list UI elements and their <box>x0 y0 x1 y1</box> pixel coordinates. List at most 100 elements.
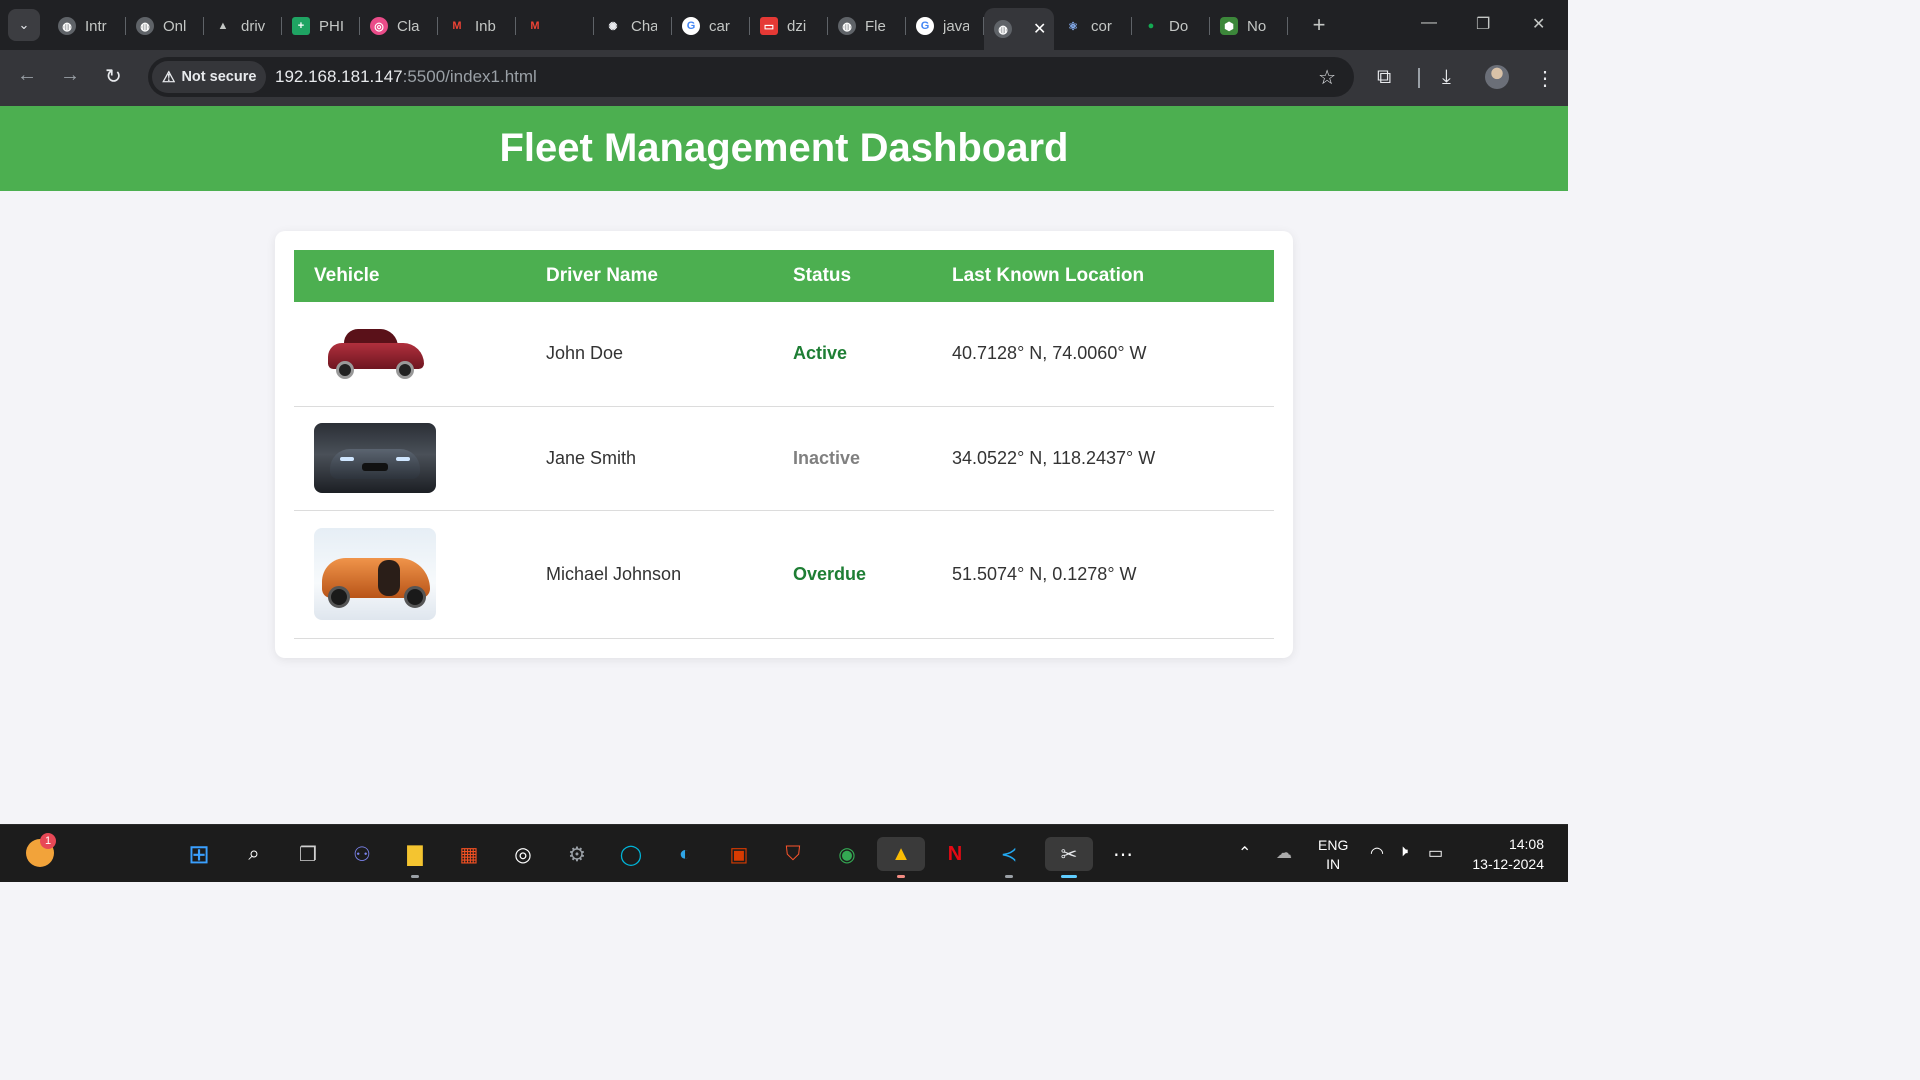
page-header: Fleet Management Dashboard <box>0 106 1568 191</box>
url-text[interactable]: 192.168.181.147:5500/index1.html <box>275 67 537 87</box>
close-tab-icon[interactable]: ✕ <box>1033 19 1046 39</box>
orange-hypercar-image <box>314 528 436 620</box>
table-row: Michael Johnson Overdue 51.5074° N, 0.12… <box>294 510 1274 639</box>
driver-name: Michael Johnson <box>526 510 773 639</box>
tab-strip: ⌄ ◍ Intr ◍ Onl ▲ driv + PHI ◎ Cla M Inb M ✺ Cha… <box>0 0 1568 50</box>
security-indicator[interactable]: ⚠ Not secure <box>152 61 267 93</box>
nodejs-icon: ⬢ <box>1220 17 1238 35</box>
task-view-icon[interactable]: ❐ <box>291 837 325 871</box>
netflix-icon[interactable]: N <box>938 837 972 871</box>
tab-label: Inb <box>475 17 496 35</box>
speaker-muted-icon[interactable]: 🕨 <box>1398 843 1408 861</box>
table-row: Jane Smith Inactive 34.0522° N, 118.2437… <box>294 406 1274 511</box>
more-apps-icon[interactable]: ⋯ <box>1106 837 1140 871</box>
profile-avatar[interactable] <box>1485 65 1509 89</box>
notification-badge: 1 <box>40 833 56 849</box>
tab-3[interactable]: ▲ driv <box>204 8 282 44</box>
tab-9[interactable]: Gcar <box>672 8 750 44</box>
browser-toolbar: ← → ↻ ⚠ Not secure 192.168.181.147:5500/… <box>0 50 1568 106</box>
tab-10[interactable]: ▭ dzi <box>750 8 828 44</box>
tab-label: driv <box>241 17 266 35</box>
restore-icon[interactable]: ❐ <box>1476 14 1490 34</box>
tab-5[interactable]: ◎ Cla <box>360 8 438 44</box>
globe-icon: ◍ <box>838 17 856 35</box>
chatgpt-icon: ✺ <box>608 20 618 33</box>
chevron-up-icon[interactable]: ⌃ <box>1238 843 1251 863</box>
tab-15[interactable]: ● Do <box>1132 8 1210 44</box>
edge-icon[interactable]: ◐ <box>668 837 702 871</box>
tab-14[interactable]: ⚛ cor <box>1054 8 1132 44</box>
status-badge: Inactive <box>773 406 932 511</box>
location-text: 51.5074° N, 0.1278° W <box>932 510 1274 639</box>
chrome-icon[interactable]: ◉ <box>830 837 864 871</box>
tab-16[interactable]: ⬢ No <box>1210 8 1288 44</box>
warning-triangle-icon: ⚠ <box>162 69 176 86</box>
column-header-vehicle: Vehicle <box>314 265 380 286</box>
tab-label: java <box>943 17 969 35</box>
chevron-down-icon: ⌄ <box>18 17 30 32</box>
close-window-icon[interactable]: ✕ <box>1532 14 1545 34</box>
location-text: 40.7128° N, 74.0060° W <box>932 302 1274 407</box>
tab-7[interactable]: M <box>516 8 594 44</box>
tab-label: Cla <box>397 17 420 35</box>
app-icon[interactable]: ◎ <box>506 837 540 871</box>
wifi-icon[interactable]: ◠ <box>1370 843 1384 863</box>
red-sedan-image <box>314 318 436 389</box>
minimize-icon[interactable]: — <box>1421 14 1437 32</box>
table-row: John Doe Active 40.7128° N, 74.0060° W <box>294 302 1274 407</box>
extensions-icon[interactable]: ⧉ <box>1377 66 1391 89</box>
driver-name: Jane Smith <box>526 406 773 511</box>
google-icon: G <box>916 17 934 35</box>
back-arrow-icon[interactable]: ← <box>17 64 37 87</box>
tab-1[interactable]: ◍ Intr <box>48 8 126 44</box>
file-explorer-icon[interactable]: ▇ <box>398 837 432 878</box>
snipping-tool-icon[interactable]: ✂ <box>1045 837 1093 878</box>
google-icon: G <box>682 17 700 35</box>
react-icon: ⚛ <box>1068 20 1078 33</box>
language-indicator[interactable]: ENG IN <box>1318 836 1348 874</box>
battery-icon[interactable]: ▭ <box>1428 843 1443 863</box>
column-header-driver: Driver Name <box>546 265 658 286</box>
cortana-icon[interactable]: ◯ <box>614 837 648 871</box>
driver-name: John Doe <box>526 302 773 407</box>
office-icon[interactable]: ▣ <box>722 837 756 871</box>
mongodb-icon: ● <box>1147 20 1155 32</box>
address-bar[interactable]: ⚠ Not secure 192.168.181.147:5500/index1… <box>148 57 1354 97</box>
tab-8[interactable]: ✺ Cha <box>594 8 672 44</box>
fleet-table-card: Vehicle Driver Name Status Last Known Lo… <box>275 231 1293 658</box>
tab-13-active[interactable]: ◍ ✕ <box>984 8 1054 50</box>
search-icon[interactable]: ⌕ <box>237 837 271 871</box>
microsoft-store-icon[interactable]: ▦ <box>452 837 486 871</box>
url-path: :5500/index1.html <box>402 67 537 86</box>
tab-label: Cha <box>631 17 657 35</box>
bookmark-star-icon[interactable]: ☆ <box>1318 65 1336 90</box>
widgets-icon[interactable]: 1 <box>26 833 56 867</box>
tab-2[interactable]: ◍ Onl <box>126 8 204 44</box>
menu-kebab-icon[interactable]: ⋮ <box>1535 66 1555 91</box>
vscode-icon[interactable]: ≺ <box>992 837 1026 878</box>
reload-icon[interactable]: ↻ <box>105 64 122 89</box>
new-tab-button[interactable]: + <box>1308 12 1330 38</box>
tab-4[interactable]: + PHI <box>282 8 360 44</box>
tab-12[interactable]: Gjava <box>906 8 984 44</box>
page-title: Fleet Management Dashboard <box>499 126 1069 170</box>
forward-arrow-icon[interactable]: → <box>60 64 80 87</box>
tab-6[interactable]: M Inb <box>438 8 516 44</box>
location-text: 34.0522° N, 118.2437° W <box>932 406 1274 511</box>
tab-search-button[interactable]: ⌄ <box>8 9 40 41</box>
tab-label: dzi <box>787 17 807 35</box>
start-windows-icon[interactable]: ⊞ <box>182 837 216 871</box>
google-drive-icon[interactable]: ▲ <box>877 837 925 878</box>
tab-label: Onl <box>163 17 187 35</box>
gmail-rocket-icon: M <box>530 20 540 32</box>
settings-gear-icon[interactable]: ⚙ <box>560 837 594 871</box>
globe-icon: ◍ <box>58 17 76 35</box>
download-icon[interactable]: ⤓ <box>1442 66 1451 89</box>
tab-11[interactable]: ◍ Fle <box>828 8 906 44</box>
brave-icon[interactable]: ⛉ <box>776 837 810 871</box>
teams-icon[interactable]: ⚇ <box>345 837 379 871</box>
tab-list: ◍ Intr ◍ Onl ▲ driv + PHI ◎ Cla M Inb M ✺ Cha G… <box>48 8 1288 50</box>
system-clock[interactable]: 14:08 13-12-2024 <box>1466 834 1544 874</box>
tab-label: Intr <box>85 17 107 35</box>
onedrive-icon[interactable]: ☁ <box>1276 843 1292 863</box>
